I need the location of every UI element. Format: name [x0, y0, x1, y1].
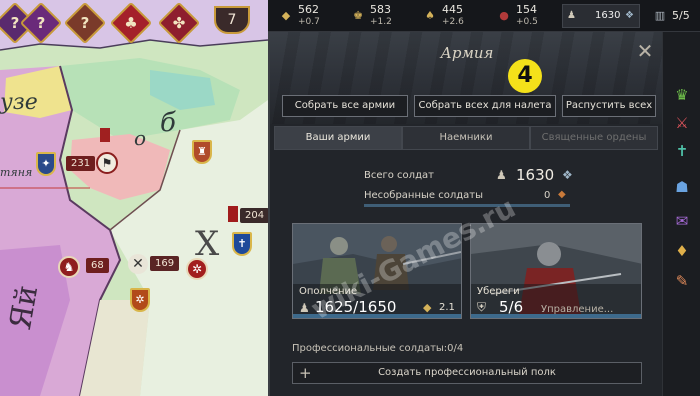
event-counter-badge[interactable]: 7: [214, 6, 250, 34]
guards-card[interactable]: Убереги ⛨ 5/6 Управление...: [470, 223, 642, 319]
plus-icon: +: [299, 364, 312, 382]
scroll-icon[interactable]: ✉: [671, 210, 693, 232]
ungathered-soldiers-value: 0: [544, 190, 551, 201]
levies-upkeep: 2.1: [439, 302, 455, 313]
crown-icon[interactable]: ♛: [671, 84, 693, 106]
army-count-badge-3[interactable]: 169: [150, 256, 180, 271]
council-icon[interactable]: ☗: [671, 176, 693, 198]
gold-icon-2: ◆: [423, 301, 432, 314]
tab-holy-orders[interactable]: Священные ордены: [530, 126, 658, 150]
gather-all-armies-button[interactable]: Собрать все армии: [282, 95, 408, 117]
schemes-icon[interactable]: ♦: [671, 240, 693, 262]
gather-all-raid-button[interactable]: Собрать всех для налета: [414, 95, 556, 117]
map-label-region-left: узе: [0, 90, 38, 115]
game-screen: узе б о тяня Х Яй ? ? ? ♣ ✤ 7 ✦ 231 ⚑ ♜ …: [0, 0, 700, 396]
panel-title: Армия: [440, 44, 494, 62]
create-regiment-button[interactable]: + Создать профессиональный полк: [292, 362, 642, 384]
domain-icon: ▥: [654, 9, 666, 22]
step-marker-badge: 4: [508, 59, 542, 93]
army-unit-icon-2[interactable]: ♞: [58, 256, 80, 278]
troops-resource[interactable]: ♟ 1630 ❖: [562, 4, 640, 28]
soldier-totals: Всего солдат ♟ 1630 ❖ Несобранные солдат…: [360, 162, 576, 210]
ungathered-icon: ◆: [558, 189, 566, 200]
army-unit-icon[interactable]: ⚑: [96, 152, 118, 174]
army-unit-icon-3[interactable]: ✲: [186, 258, 208, 280]
battle-crossed-swords-icon[interactable]: ✕: [128, 254, 148, 274]
dread-icon: ●: [499, 9, 509, 22]
army-count-badge-2[interactable]: 68: [86, 258, 109, 273]
rank-icon-2: ❖: [562, 168, 573, 182]
total-soldiers-label: Всего солдат: [364, 170, 434, 181]
crossed-swords-icon[interactable]: ⚔: [671, 112, 693, 134]
right-menu-rail: ♛ ⚔ ✝ ☗ ✉ ♦ ✎: [662, 32, 700, 396]
army-count-badge[interactable]: 231: [66, 156, 96, 171]
soldier-icon: ♟: [567, 10, 576, 21]
map-terrain: [0, 0, 268, 396]
quill-icon[interactable]: ✎: [671, 270, 693, 292]
gold-icon: ◆: [281, 9, 291, 22]
map-label-o: о: [134, 126, 147, 150]
guards-label: Убереги: [477, 286, 520, 297]
helmet-icon: ⛨: [477, 300, 487, 314]
resource-bar: ◆ 562 +0.7 ♚ 583 +1.2 ♠ 445 +2.6 ● 154 +…: [268, 0, 700, 32]
professional-soldiers-value: 0/4: [447, 343, 464, 354]
flag-marker-icon: [100, 128, 110, 142]
professional-soldiers-label: Профессиональные солдаты:0/4: [292, 343, 464, 354]
army-count-badge-4[interactable]: 204: [240, 208, 268, 223]
faith-icon[interactable]: ✝: [671, 140, 693, 162]
map-label-tyanya: тяня: [0, 166, 33, 179]
soldier-icon-2: ♟: [496, 168, 507, 182]
piety-icon: ♠: [425, 9, 435, 22]
rank-icon: ❖: [625, 10, 634, 21]
ungathered-soldiers-label: Несобранные солдаты: [364, 190, 484, 201]
total-soldiers-value: 1630: [516, 166, 555, 184]
tab-my-armies[interactable]: Ваши армии: [274, 126, 402, 150]
disband-all-button[interactable]: Распустить всех: [562, 95, 656, 117]
close-icon[interactable]: ✕: [634, 40, 656, 62]
army-banner-icon-2[interactable]: ♜: [192, 140, 212, 164]
holding-banner-icon[interactable]: ✲: [130, 288, 150, 312]
army-tabs: Ваши армии Наемники Священные ордены: [274, 126, 658, 150]
army-banner-icon[interactable]: ✦: [36, 152, 56, 176]
prestige-icon: ♚: [353, 9, 363, 22]
world-map[interactable]: узе б о тяня Х Яй ? ? ? ♣ ✤ 7 ✦ 231 ⚑ ♜ …: [0, 0, 268, 396]
flag-marker-icon-2: [228, 206, 238, 222]
tab-mercenaries[interactable]: Наемники: [402, 126, 530, 150]
map-label-region-mid: б: [160, 108, 176, 138]
army-banner-icon-3[interactable]: ✝: [232, 232, 252, 256]
